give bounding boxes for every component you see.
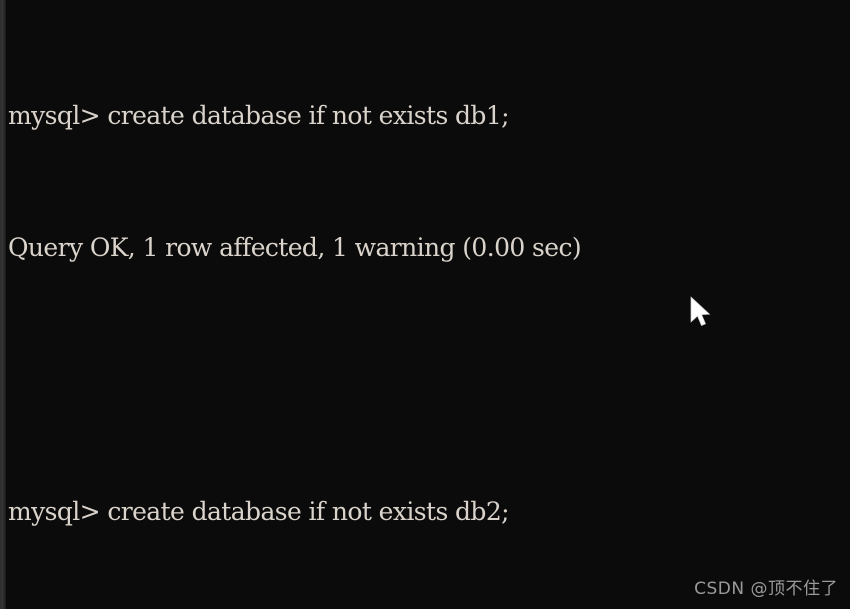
terminal-output[interactable]: mysql> create database if not exists db1…	[8, 0, 850, 609]
csdn-watermark: CSDN @顶不住了	[694, 579, 838, 599]
terminal-line-result-1: Query OK, 1 row affected, 1 warning (0.0…	[8, 233, 582, 262]
terminal-line-blank-1	[8, 363, 850, 396]
terminal-line-command-1: mysql> create database if not exists db1…	[8, 101, 510, 130]
terminal-line-command-2: mysql> create database if not exists db2…	[8, 497, 510, 526]
terminal-screen: mysql> create database if not exists db1…	[0, 0, 850, 609]
window-left-edge	[0, 0, 6, 609]
